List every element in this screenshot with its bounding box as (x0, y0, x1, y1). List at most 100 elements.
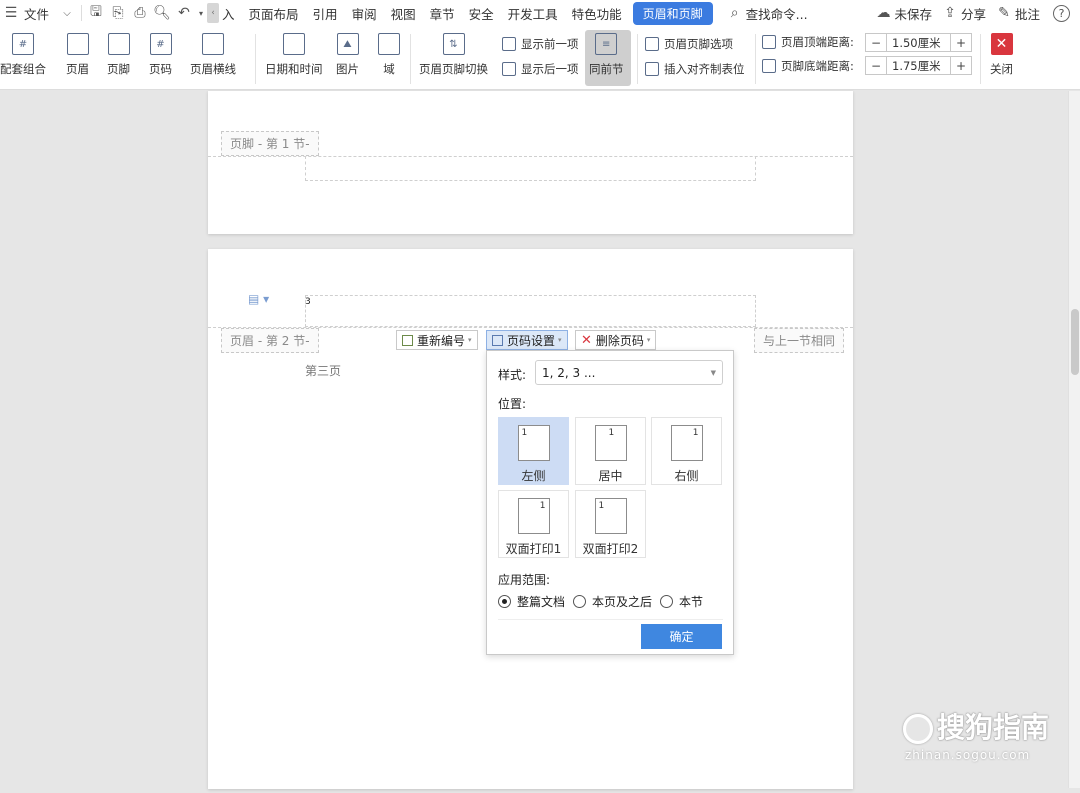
scope-this-and-after-label[interactable]: 本页及之后 (592, 593, 652, 610)
ok-button[interactable]: 确定 (641, 624, 722, 649)
plus-button[interactable]: + (950, 33, 972, 52)
help-icon[interactable]: ? (1053, 4, 1070, 22)
style-label: 样式: (498, 368, 527, 382)
footer-button[interactable]: 页脚 (107, 33, 130, 77)
header-top-icon (762, 35, 776, 49)
tab-section[interactable]: 章节 (423, 4, 462, 23)
paste-options-icon[interactable]: ▤ ▾ (248, 292, 269, 306)
header-top-stepper[interactable]: − 1.50厘米 + (865, 33, 972, 52)
page-number-icon: # (149, 33, 172, 55)
body-text[interactable]: 第三页 (305, 362, 341, 379)
tab-header-footer[interactable]: 页眉和页脚 (632, 1, 713, 25)
share-button[interactable]: 分享 (961, 4, 993, 23)
footer-bottom-stepper[interactable]: − 1.75厘米 + (865, 56, 972, 75)
scope-this-section-label[interactable]: 本节 (679, 593, 703, 610)
page-number-setup-popup: 样式: 1, 2, 3 ... ▼ 位置: 1 左侧 1 居中 1 右侧 1 双… (486, 350, 734, 655)
position-duplex-2-label: 双面打印2 (582, 542, 639, 556)
tab-insert[interactable]: 入 (221, 4, 242, 23)
tab-features[interactable]: 特色功能 (565, 4, 629, 23)
tab-security[interactable]: 安全 (462, 4, 501, 23)
divider (255, 34, 256, 84)
tab-references[interactable]: 引用 (306, 4, 345, 23)
page-preview-icon: 1 (594, 425, 627, 461)
footer-icon (107, 33, 130, 55)
preview-number: 1 (539, 501, 546, 511)
minus-button[interactable]: − (865, 56, 887, 75)
tab-developer[interactable]: 开发工具 (501, 4, 565, 23)
same-as-prev-button[interactable]: ≡ 同前节 (589, 33, 624, 77)
preview-number: 1 (598, 501, 605, 511)
hf-options-button[interactable]: 页眉页脚选项 (645, 36, 733, 52)
footer-bottom-value[interactable]: 1.75厘米 (887, 56, 950, 75)
page-number-button[interactable]: # 页码 (149, 33, 172, 77)
insert-align-tab-button[interactable]: 插入对齐制表位 (645, 61, 745, 77)
position-center[interactable]: 1 居中 (575, 417, 646, 485)
header-line-button[interactable]: 页眉横线 (190, 33, 236, 77)
setup-icon (492, 334, 503, 346)
page-number-setup-button[interactable]: 页码设置 ▾ (486, 330, 568, 350)
unsaved-status[interactable]: 未保存 (894, 4, 939, 23)
header-top-value[interactable]: 1.50厘米 (887, 33, 950, 52)
field-button[interactable]: 域 (378, 33, 400, 77)
comment-button[interactable]: 批注 (1015, 4, 1047, 23)
header-button[interactable]: 页眉 (66, 33, 89, 77)
tab-review[interactable]: 审阅 (345, 4, 384, 23)
field-icon (378, 33, 400, 55)
combo-button[interactable]: # 配套组合 (0, 33, 46, 77)
footer-area[interactable] (305, 156, 756, 181)
vertical-scrollbar[interactable] (1068, 91, 1080, 788)
chevron-down-icon: ▼ (710, 368, 716, 377)
show-prev-button[interactable]: 显示前一项 (502, 36, 579, 52)
scope-whole-doc-radio[interactable] (498, 595, 511, 608)
chevron-down-icon[interactable]: ⌵ (57, 3, 77, 23)
menu-file[interactable]: 文件 (22, 4, 56, 23)
scope-options: 整篇文档 本页及之后 本节 (498, 593, 703, 610)
preview-number: 1 (608, 428, 615, 438)
plus-button[interactable]: + (950, 56, 972, 75)
search-command[interactable]: 查找命令... (746, 4, 815, 23)
switch-hf-button[interactable]: ⇅ 页眉页脚切换 (419, 33, 488, 77)
save-icon[interactable]: 🖫 (86, 3, 106, 23)
picture-icon: ⛰ (336, 33, 359, 55)
position-left[interactable]: 1 左侧 (498, 417, 569, 485)
minus-button[interactable]: − (865, 33, 887, 52)
format-painter-icon[interactable]: ⎘ (108, 3, 128, 23)
scope-whole-doc-label[interactable]: 整篇文档 (517, 593, 565, 610)
delete-page-number-label: 删除页码 (595, 333, 644, 348)
print-icon[interactable]: ⎙ (130, 3, 150, 23)
hamburger-icon[interactable]: ☰ (1, 3, 21, 23)
delete-page-number-button[interactable]: ✕ 删除页码 ▾ (575, 330, 657, 350)
tab-view[interactable]: 视图 (384, 4, 423, 23)
search-icon[interactable]: ⌕ (725, 3, 745, 23)
same-as-prev-tag: 与上一节相同 (754, 328, 845, 353)
position-duplex-2[interactable]: 1 双面打印2 (575, 490, 646, 558)
close-hf-button[interactable]: ✕ 关闭 (990, 33, 1013, 77)
scrollbar-thumb[interactable] (1071, 309, 1079, 375)
header-label: 页眉 (66, 62, 89, 76)
scope-this-and-after-radio[interactable] (573, 595, 587, 608)
undo-dropdown-icon[interactable]: ▾ (196, 3, 206, 23)
chevron-down-icon: ▾ (558, 336, 562, 344)
position-right[interactable]: 1 右侧 (651, 417, 722, 485)
scope-this-section-radio[interactable] (660, 595, 674, 608)
header-page-number[interactable]: 3 (305, 297, 311, 307)
style-select[interactable]: 1, 2, 3 ... ▼ (535, 360, 723, 385)
duplex-preview-icon: 1 (517, 498, 550, 534)
header-section-tag: 页眉 - 第 2 节- (221, 328, 319, 353)
renumber-button[interactable]: 重新编号 ▾ (396, 330, 478, 350)
undo-icon[interactable]: ↶ (174, 3, 194, 23)
date-time-label: 日期和时间 (265, 62, 323, 76)
tab-page-layout[interactable]: 页面布局 (242, 4, 306, 23)
position-duplex-1[interactable]: 1 双面打印1 (498, 490, 569, 558)
footer-section-tag: 页脚 - 第 1 节- (221, 131, 319, 156)
picture-button[interactable]: ⛰ 图片 (336, 33, 359, 77)
print-preview-icon[interactable]: 🔍︎ (152, 3, 172, 23)
header-area[interactable] (305, 295, 756, 327)
collapse-tabs-icon[interactable]: ‹ (207, 3, 220, 23)
show-next-button[interactable]: 显示后一项 (502, 61, 579, 77)
header-icon (66, 33, 89, 55)
date-time-button[interactable]: 日期和时间 (265, 33, 323, 77)
page-number-setup-label: 页码设置 (507, 333, 556, 348)
position-left-label: 左侧 (521, 469, 546, 483)
show-prev-label: 显示前一项 (521, 37, 579, 51)
